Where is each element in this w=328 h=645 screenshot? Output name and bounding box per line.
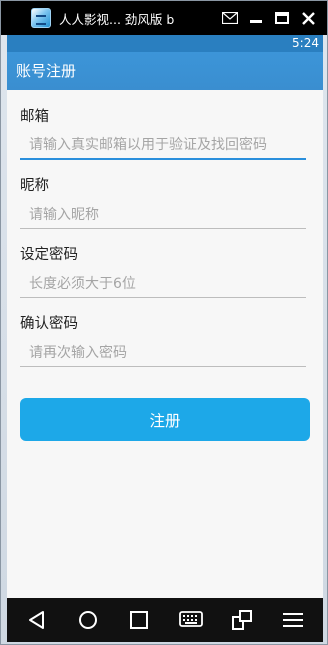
email-label: 邮箱 — [20, 109, 49, 125]
android-screen: 5:24 账号注册 邮箱 昵称 设定密码 确认密码 注册 — [7, 35, 323, 598]
maximize-icon[interactable] — [269, 7, 295, 29]
confirm-password-field[interactable] — [20, 339, 306, 367]
nickname-label: 昵称 — [20, 178, 49, 194]
android-navbar — [7, 598, 323, 642]
email-icon[interactable] — [217, 7, 243, 29]
confirm-password-label: 确认密码 — [20, 316, 78, 332]
password-field[interactable] — [20, 270, 306, 298]
rotate-icon[interactable] — [222, 600, 262, 640]
window-titlebar: 人人影视... 劲风版 b — [1, 1, 327, 35]
home-icon[interactable] — [68, 600, 108, 640]
window-title: 人人影视... 劲风版 b — [59, 11, 175, 27]
emulator-window: 人人影视... 劲风版 b 5:24 账号注册 邮箱 昵称 — [0, 0, 328, 645]
password-label: 设定密码 — [20, 247, 78, 263]
page-title: 账号注册 — [16, 62, 77, 80]
nickname-field[interactable] — [20, 201, 306, 229]
window-controls — [217, 7, 321, 29]
close-icon[interactable] — [295, 7, 321, 29]
register-form: 邮箱 昵称 设定密码 确认密码 注册 — [7, 107, 323, 441]
status-time: 5:24 — [292, 36, 319, 50]
app-logo-icon — [31, 8, 51, 28]
action-bar: 账号注册 — [7, 52, 323, 90]
keyboard-icon[interactable] — [171, 600, 211, 640]
minimize-icon[interactable] — [243, 7, 269, 29]
email-field[interactable] — [20, 132, 306, 160]
status-bar: 5:24 — [7, 35, 323, 52]
recents-icon[interactable] — [119, 600, 159, 640]
menu-icon[interactable] — [273, 600, 313, 640]
register-button[interactable]: 注册 — [20, 398, 310, 441]
back-icon[interactable] — [17, 600, 57, 640]
